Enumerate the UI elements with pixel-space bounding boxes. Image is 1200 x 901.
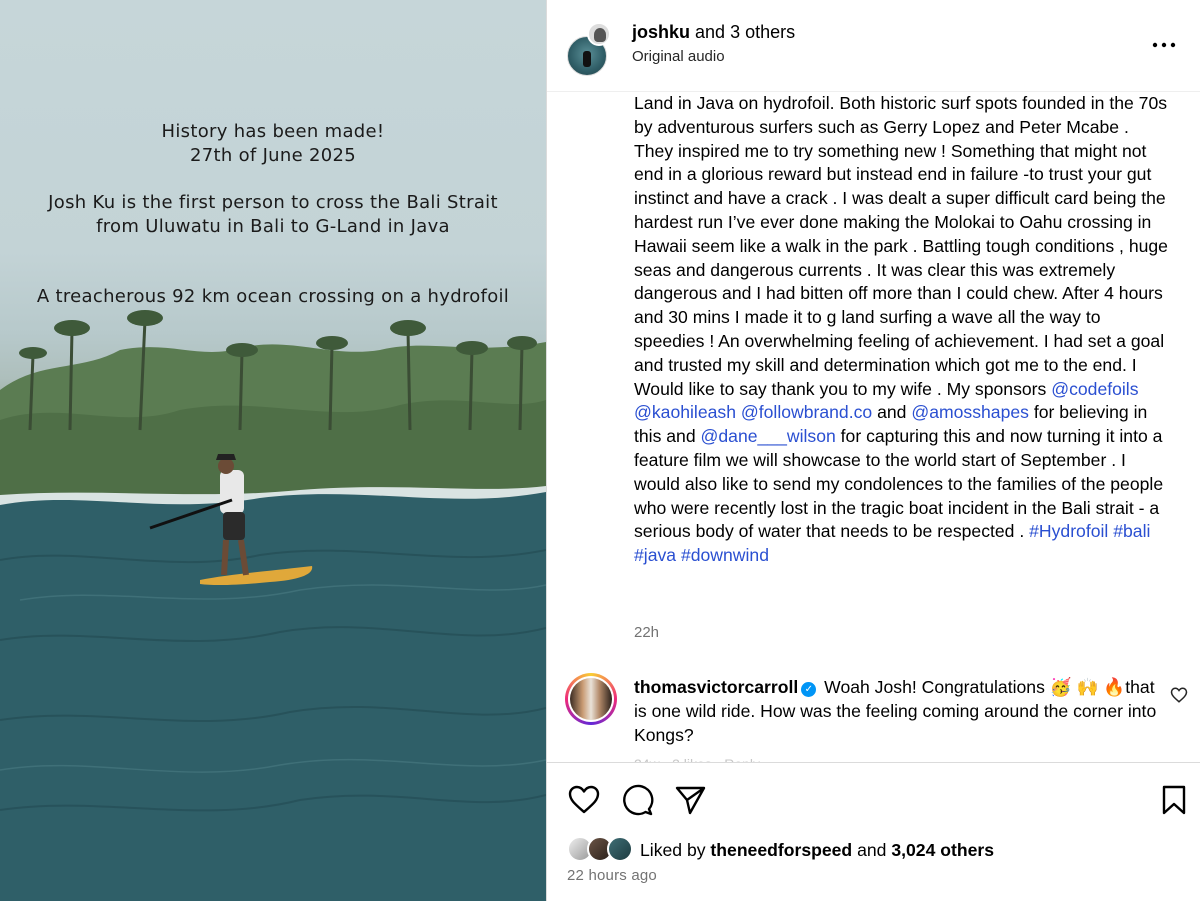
- post-timestamp[interactable]: 22 hours ago: [567, 867, 657, 884]
- hashtag-link[interactable]: #Hydrofoil: [1029, 521, 1108, 541]
- post-media[interactable]: History has been made! 27th of June 2025…: [0, 0, 546, 901]
- caption-text: Land in Java on hydrofoil. Both historic…: [634, 93, 1168, 399]
- overlay-line: History has been made!: [161, 121, 385, 142]
- comment-like-heart-icon[interactable]: [1170, 686, 1188, 704]
- hashtag-link[interactable]: #bali: [1113, 521, 1150, 541]
- mention-link[interactable]: @amosshapes: [911, 402, 1029, 422]
- liked-by-avatars[interactable]: [567, 836, 637, 864]
- comment-username[interactable]: thomasvictorcarroll: [634, 677, 798, 697]
- comment-icon[interactable]: [620, 783, 654, 817]
- overlay-line: Josh Ku is the first person to cross the…: [48, 192, 498, 213]
- author-username[interactable]: joshku: [632, 22, 690, 42]
- caption-timestamp: 22h: [634, 624, 660, 641]
- heart-icon[interactable]: [567, 783, 601, 817]
- overlay-headline: History has been made! 27th of June 2025: [0, 120, 546, 168]
- coauthors-link[interactable]: and 3 others: [695, 22, 795, 42]
- coauthor-avatar[interactable]: [587, 22, 611, 46]
- liked-by-summary: Liked by theneedforspeed and 3,024 other…: [640, 840, 994, 861]
- hashtag-link[interactable]: #downwind: [681, 545, 769, 565]
- send-icon[interactable]: [673, 783, 707, 817]
- liked-by-user[interactable]: theneedforspeed: [710, 840, 852, 860]
- overlay-description: Josh Ku is the first person to cross the…: [0, 191, 546, 239]
- comment: thomasvictorcarroll ✓ Woah Josh! Congratu…: [634, 676, 1169, 747]
- original-audio-link[interactable]: Original audio: [632, 48, 725, 65]
- mention-link[interactable]: @kaohileash: [634, 402, 736, 422]
- post-actions: Liked by theneedforspeed and 3,024 other…: [547, 762, 1200, 901]
- mention-link[interactable]: @dane___wilson: [701, 426, 836, 446]
- overlay-line: 27th of June 2025: [190, 145, 356, 166]
- post-header: joshku and 3 others Original audio: [547, 0, 1200, 92]
- post-caption: Land in Java on hydrofoil. Both historic…: [634, 92, 1169, 568]
- caption-text: and: [872, 402, 912, 423]
- post-details-panel: joshku and 3 others Original audio Land …: [546, 0, 1200, 901]
- hashtag-link[interactable]: #java: [634, 545, 676, 565]
- mention-link[interactable]: @codefoils: [1051, 379, 1138, 399]
- liked-by-prefix: Liked by: [640, 840, 706, 860]
- verified-badge-icon: ✓: [801, 682, 817, 697]
- overlay-line: from Uluwatu in Bali to G-Land in Java: [96, 216, 450, 237]
- author-line: joshku and 3 others: [632, 22, 795, 43]
- liked-by-and: and: [857, 840, 887, 860]
- overlay-tagline: A treacherous 92 km ocean crossing on a …: [36, 286, 510, 307]
- more-horizontal-icon[interactable]: [1149, 30, 1179, 60]
- bookmark-icon[interactable]: [1157, 783, 1191, 817]
- mention-link[interactable]: @followbrand.co: [741, 402, 872, 422]
- likes-count-link[interactable]: 3,024 others: [891, 840, 994, 860]
- commenter-avatar[interactable]: [565, 673, 617, 725]
